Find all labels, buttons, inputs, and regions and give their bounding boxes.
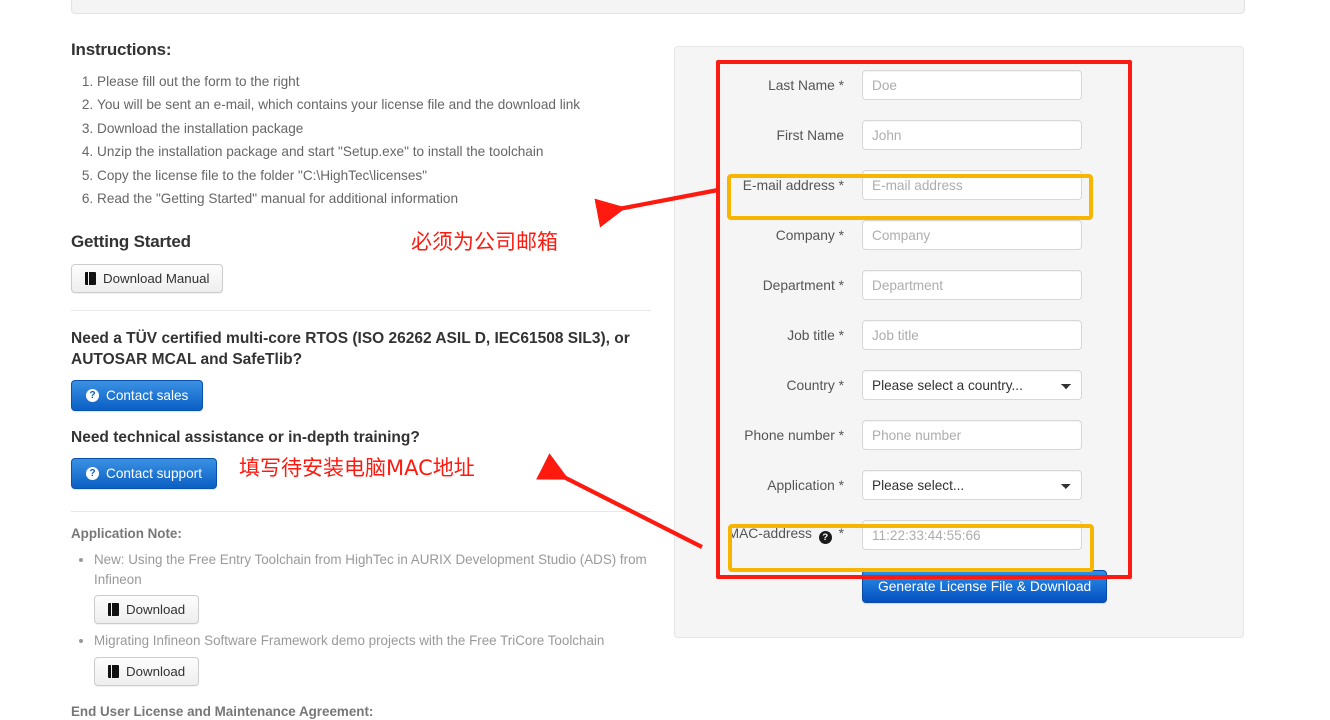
email-input[interactable]	[862, 170, 1082, 200]
book-icon	[85, 272, 96, 286]
mac-address-label-text: MAC-address	[727, 525, 812, 541]
company-label: Company *	[775, 227, 844, 243]
download-label: Download	[126, 602, 186, 618]
list-item: Migrating Infineon Software Framework de…	[94, 631, 651, 686]
contact-support-button[interactable]: ? Contact support	[71, 458, 217, 490]
download-wrap: Download	[94, 656, 651, 686]
annotation-email-note: 必须为公司邮箱	[411, 230, 558, 254]
book-icon	[108, 603, 119, 617]
sales-heading: Need a TÜV certified multi-core RTOS (IS…	[71, 330, 630, 369]
contact-sales-button[interactable]: ? Contact sales	[71, 380, 204, 412]
help-circle-icon[interactable]: ?	[818, 531, 832, 545]
department-input[interactable]	[862, 270, 1082, 300]
last-name-label: Last Name *	[768, 77, 844, 93]
book-icon	[108, 664, 119, 678]
form-row-job-title: Job title *	[674, 310, 1242, 360]
annotation-mac-note: 填写待安装电脑MAC地址	[239, 456, 475, 480]
phone-label: Phone number *	[744, 427, 844, 443]
support-heading: Need technical assistance or in-depth tr…	[71, 429, 420, 447]
getting-started-title: Getting Started	[71, 232, 191, 252]
form-row-application: Application * Please select...	[674, 460, 1242, 510]
download-wrap: Download	[94, 595, 651, 625]
form-row-department: Department *	[674, 260, 1242, 310]
instruction-step: Please fill out the form to the right	[97, 72, 651, 93]
contact-support-label: Contact support	[106, 466, 202, 482]
application-select[interactable]: Please select...	[862, 470, 1082, 500]
form-row-last-name: Last Name *	[674, 60, 1242, 110]
form-row-email: E-mail address *	[674, 160, 1242, 210]
download-button[interactable]: Download	[94, 595, 200, 625]
application-note-title: Application Note:	[71, 526, 182, 542]
first-name-input[interactable]	[862, 120, 1082, 150]
form-row-mac-address: MAC-address ? *	[674, 510, 1242, 560]
page-root: Instructions: Please fill out the form t…	[0, 0, 1330, 720]
phone-input[interactable]	[862, 420, 1082, 450]
instructions-list: Please fill out the form to the right Yo…	[71, 72, 651, 210]
list-item: New: Using the Free Entry Toolchain from…	[94, 550, 651, 625]
instruction-step: Copy the license file to the folder "C:\…	[97, 166, 651, 187]
application-note-text: New: Using the Free Entry Toolchain from…	[94, 552, 647, 588]
application-note-text: Migrating Infineon Software Framework de…	[94, 633, 605, 649]
top-panel	[71, 0, 1245, 14]
form-row-phone: Phone number *	[674, 410, 1242, 460]
last-name-input[interactable]	[862, 70, 1082, 100]
submit-row: Generate License File & Download	[674, 570, 1242, 603]
job-title-input[interactable]	[862, 320, 1082, 350]
email-label: E-mail address *	[742, 177, 844, 193]
contact-sales-label: Contact sales	[106, 388, 189, 404]
instruction-step: You will be sent an e-mail, which contai…	[97, 95, 651, 116]
mac-address-required-marker: *	[838, 525, 844, 541]
download-label: Download	[126, 663, 186, 679]
department-label: Department *	[762, 277, 844, 293]
mac-address-input[interactable]	[862, 520, 1082, 550]
divider	[71, 511, 651, 513]
registration-form: Last Name * First Name E-mail address * …	[674, 60, 1242, 603]
application-note-list: New: Using the Free Entry Toolchain from…	[71, 550, 651, 686]
download-manual-label: Download Manual	[103, 271, 210, 287]
question-circle-icon: ?	[86, 389, 99, 403]
mac-address-label: MAC-address ? *	[674, 525, 862, 545]
form-row-first-name: First Name	[674, 110, 1242, 160]
download-manual-button[interactable]: Download Manual	[71, 264, 224, 294]
instruction-step: Download the installation package	[97, 119, 651, 140]
question-circle-icon: ?	[86, 467, 99, 481]
download-button[interactable]: Download	[94, 656, 200, 686]
form-row-country: Country * Please select a country...	[674, 360, 1242, 410]
company-input[interactable]	[862, 220, 1082, 250]
country-select[interactable]: Please select a country...	[862, 370, 1082, 400]
generate-license-button[interactable]: Generate License File & Download	[862, 570, 1108, 603]
eula-title: End User License and Maintenance Agreeme…	[71, 703, 374, 719]
job-title-label: Job title *	[787, 327, 844, 343]
first-name-label: First Name	[776, 127, 844, 143]
instruction-step: Read the "Getting Started" manual for ad…	[97, 189, 651, 210]
country-label: Country *	[786, 377, 844, 393]
application-label: Application *	[767, 477, 844, 493]
divider	[71, 310, 651, 312]
left-column: Instructions: Please fill out the form t…	[71, 40, 651, 720]
form-row-company: Company *	[674, 210, 1242, 260]
instructions-title: Instructions:	[71, 40, 172, 59]
instruction-step: Unzip the installation package and start…	[97, 142, 651, 163]
